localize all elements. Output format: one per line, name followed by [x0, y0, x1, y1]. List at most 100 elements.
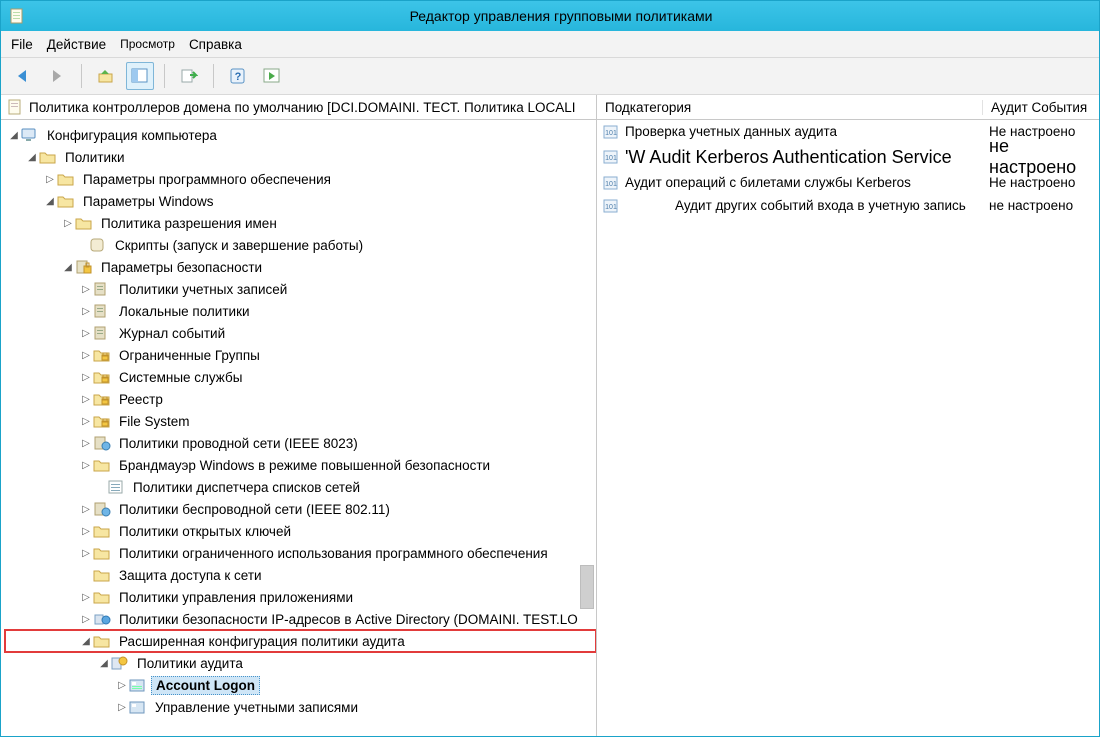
menu-file[interactable]: File — [11, 37, 33, 52]
scroll-icon — [89, 236, 107, 254]
detail-row[interactable]: 101 'W Audit Kerberos Authentication Ser… — [597, 143, 1099, 171]
tree-node-sec-14[interactable]: ▷ Политики управления приложениями — [5, 586, 596, 608]
svg-text:101: 101 — [605, 204, 617, 211]
expander-icon[interactable]: ▷ — [43, 172, 57, 186]
toolbar-separator — [81, 64, 82, 88]
show-tree-button[interactable] — [126, 62, 154, 90]
tree-node-sec-11[interactable]: ▷ Политики открытых ключей — [5, 520, 596, 542]
expander-icon[interactable] — [79, 568, 93, 582]
tree-node-sec-5[interactable]: ▷ Реестр — [5, 388, 596, 410]
expander-icon[interactable]: ◢ — [43, 194, 57, 208]
audit-item-icon: 101 — [597, 198, 625, 214]
tree-node-sec-15[interactable]: ▷ Политики безопасности IP-адресов в Act… — [5, 608, 596, 630]
toolbar: ? — [1, 58, 1099, 95]
expander-icon[interactable]: ▷ — [79, 458, 93, 472]
audit-item-icon: 101 — [597, 175, 625, 191]
net-icon — [93, 500, 111, 518]
up-button[interactable] — [92, 62, 120, 90]
tree-node-policies[interactable]: ◢ Политики — [5, 146, 596, 168]
expander-icon[interactable]: ▷ — [79, 590, 93, 604]
tree-node-sec-12[interactable]: ▷ Политики ограниченного использования п… — [5, 542, 596, 564]
tree-node-computer-config[interactable]: ◢ Конфигурация компьютера — [5, 124, 596, 146]
menu-view[interactable]: Просмотр — [120, 37, 175, 51]
tree-node-sec-9[interactable]: Политики диспетчера списков сетей — [5, 476, 596, 498]
detail-text: Аудит других событий входа в учетную зап… — [625, 198, 989, 213]
expander-icon[interactable]: ▷ — [61, 216, 75, 230]
tree-node-advanced-audit[interactable]: ◢ Расширенная конфигурация политики ауди… — [5, 630, 596, 652]
expander-icon[interactable]: ▷ — [79, 282, 93, 296]
expander-icon[interactable] — [93, 480, 107, 494]
expander-icon[interactable]: ▷ — [79, 436, 93, 450]
detail-row[interactable]: 101 Аудит операций с билетами службы Ker… — [597, 171, 1099, 194]
expander-icon[interactable]: ▷ — [79, 414, 93, 428]
menu-help[interactable]: Справка — [189, 37, 242, 52]
toolbar-separator — [213, 64, 214, 88]
properties-button[interactable] — [258, 62, 286, 90]
expander-icon[interactable]: ▷ — [79, 326, 93, 340]
tree-node-sec-0[interactable]: ▷ Политики учетных записей — [5, 278, 596, 300]
folder-icon — [93, 588, 111, 606]
tree-node-audit-policies[interactable]: ◢ Политики аудита — [5, 652, 596, 674]
detail-text: Проверка учетных данных аудита — [625, 124, 989, 139]
tree-node-sec-2[interactable]: ▷ Журнал событий — [5, 322, 596, 344]
tree-node-nameres[interactable]: ▷ Политика разрешения имен — [5, 212, 596, 234]
gpmc-window: Редактор управления групповыми политикам… — [0, 0, 1100, 737]
nav-back-button[interactable] — [9, 62, 37, 90]
expander-icon[interactable]: ▷ — [79, 370, 93, 384]
scrollbar-thumb[interactable] — [580, 565, 594, 609]
tree-node-sec-13[interactable]: Защита доступа к сети — [5, 564, 596, 586]
tree-node-scripts[interactable]: Скрипты (запуск и завершение работы) — [5, 234, 596, 256]
folder-icon — [75, 214, 93, 232]
tree-node-sec-8[interactable]: ▷ Брандмауэр Windows в режиме повышенной… — [5, 454, 596, 476]
tree-node-account-logon[interactable]: ▷ Account Logon — [5, 674, 596, 696]
nav-forward-button[interactable] — [43, 62, 71, 90]
export-button[interactable] — [175, 62, 203, 90]
expander-icon[interactable]: ◢ — [61, 260, 75, 274]
tree[interactable]: ◢ Конфигурация компьютера ◢ Политики ▷ П… — [1, 120, 596, 736]
tree-node-sec-3[interactable]: ▷ Ограниченные Группы — [5, 344, 596, 366]
col-audit[interactable]: Аудит События — [983, 100, 1099, 115]
expander-icon[interactable]: ▷ — [115, 700, 129, 714]
tree-node-security[interactable]: ◢ Параметры безопасности — [5, 256, 596, 278]
app-icon — [9, 8, 25, 24]
tree-node-sec-1[interactable]: ▷ Локальные политики — [5, 300, 596, 322]
tree-node-software[interactable]: ▷ Параметры программного обеспечения — [5, 168, 596, 190]
detail-text: 'W Audit Kerberos Authentication Service — [625, 147, 989, 168]
expander-icon[interactable]: ▷ — [79, 502, 93, 516]
tree-node-account-mgmt[interactable]: ▷ Управление учетными записями — [5, 696, 596, 718]
expander-icon[interactable]: ▷ — [115, 678, 129, 692]
expander-icon[interactable]: ◢ — [25, 150, 39, 164]
col-subcategory[interactable]: Подкатегория — [597, 100, 983, 115]
tree-node-sec-4[interactable]: ▷ Системные службы — [5, 366, 596, 388]
tree-node-sec-10[interactable]: ▷ Политики беспроводной сети (IEEE 802.1… — [5, 498, 596, 520]
expander-icon[interactable]: ▷ — [79, 524, 93, 538]
tree-node-sec-6[interactable]: ▷ File System — [5, 410, 596, 432]
expander-icon[interactable]: ◢ — [97, 656, 111, 670]
tree-pane: Политика контроллеров домена по умолчани… — [1, 95, 597, 736]
detail-audit: не настроено — [989, 136, 1099, 178]
expander-icon[interactable]: ▷ — [79, 546, 93, 560]
tree-header[interactable]: Политика контроллеров домена по умолчани… — [1, 95, 596, 120]
tree-node-sec-7[interactable]: ▷ Политики проводной сети (IEEE 8023) — [5, 432, 596, 454]
folder-icon — [93, 632, 111, 650]
window-title: Редактор управления групповыми политикам… — [31, 8, 1091, 24]
expander-icon[interactable]: ▷ — [79, 392, 93, 406]
expander-icon[interactable]: ◢ — [7, 128, 21, 142]
folder-icon — [93, 544, 111, 562]
help-button[interactable]: ? — [224, 62, 252, 90]
details-pane: Подкатегория Аудит События 101 Проверка … — [597, 95, 1099, 736]
list-icon — [107, 478, 125, 496]
expander-icon[interactable]: ▷ — [79, 304, 93, 318]
svg-text:?: ? — [235, 71, 242, 83]
scope-label: Политика контроллеров домена по умолчани… — [29, 100, 576, 115]
titlebar[interactable]: Редактор управления групповыми политикам… — [1, 1, 1099, 31]
content-area: Политика контроллеров домена по умолчани… — [1, 95, 1099, 736]
detail-row[interactable]: 101 Аудит других событий входа в учетную… — [597, 194, 1099, 217]
expander-icon[interactable]: ◢ — [79, 634, 93, 648]
details-rows: 101 Проверка учетных данных аудита Не на… — [597, 120, 1099, 736]
tree-node-windows[interactable]: ◢ Параметры Windows — [5, 190, 596, 212]
expander-icon[interactable]: ▷ — [79, 612, 93, 626]
menu-action[interactable]: Действие — [47, 37, 106, 52]
svg-text:101: 101 — [605, 181, 617, 188]
expander-icon[interactable]: ▷ — [79, 348, 93, 362]
